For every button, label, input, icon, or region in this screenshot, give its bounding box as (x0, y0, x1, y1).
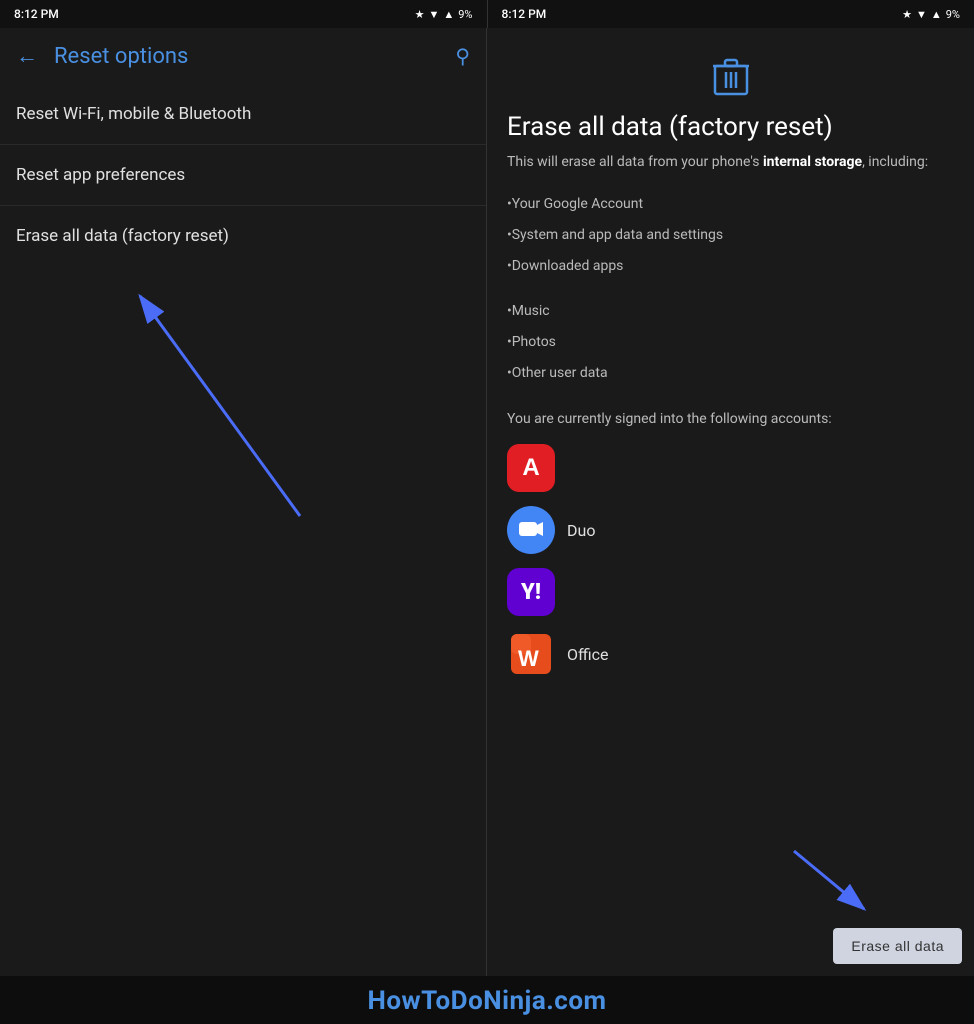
list-music: •Music (507, 296, 954, 327)
bluetooth-icon-r: ★ (902, 8, 912, 21)
left-arrow-annotation (0, 266, 487, 616)
menu-item-factory-reset[interactable]: Erase all data (factory reset) (0, 206, 486, 266)
battery-left: 9% (458, 8, 472, 21)
list-photos: •Photos (507, 327, 954, 358)
right-time: 8:12 PM (502, 7, 547, 21)
list-system-data: •System and app data and settings (507, 220, 954, 251)
menu-item-app-prefs[interactable]: Reset app preferences (0, 145, 486, 206)
screen-header: ← Reset options ⚲ (0, 28, 486, 84)
left-time: 8:12 PM (14, 7, 59, 21)
battery-right: 9% (946, 8, 960, 21)
watermark: HowToDoNinja.com (0, 976, 974, 1024)
right-status-icons: ★ ▼ ▲ 9% (902, 8, 960, 21)
left-screen: ← Reset options ⚲ Reset Wi-Fi, mobile & … (0, 28, 487, 976)
menu-item-wifi[interactable]: Reset Wi-Fi, mobile & Bluetooth (0, 84, 486, 145)
right-screen: Erase all data (factory reset) This will… (487, 28, 974, 976)
account-adobe: A (507, 444, 954, 492)
back-button[interactable]: ← (16, 43, 38, 69)
signed-in-text: You are currently signed into the follow… (507, 409, 954, 430)
list-google-account: •Your Google Account (507, 189, 954, 220)
screens-container: ← Reset options ⚲ Reset Wi-Fi, mobile & … (0, 28, 974, 976)
list-downloaded-apps: •Downloaded apps (507, 251, 954, 282)
signal-icon: ▲ (443, 8, 454, 21)
yahoo-icon: Y! (507, 568, 555, 616)
erase-description: This will erase all data from your phone… (507, 152, 954, 173)
svg-text:W: W (518, 646, 539, 671)
wifi-icon: ▼ (428, 8, 439, 21)
adobe-icon: A (507, 444, 555, 492)
trash-icon (713, 56, 749, 96)
account-duo: Duo (507, 506, 954, 554)
status-bar: 8:12 PM ★ ▼ ▲ 9% 8:12 PM ★ ▼ ▲ 9% (0, 0, 974, 28)
bluetooth-icon: ★ (415, 8, 425, 21)
list-other-user-data: •Other user data (507, 358, 954, 389)
account-yahoo: Y! (507, 568, 954, 616)
signal-icon-r: ▲ (931, 8, 942, 21)
left-status-icons: ★ ▼ ▲ 9% (415, 8, 473, 21)
office-label: Office (567, 645, 609, 664)
trash-icon-container (507, 56, 954, 100)
erase-all-data-button[interactable]: Erase all data (833, 928, 962, 964)
account-office: W Office (507, 630, 954, 678)
office-icon: W (507, 630, 555, 678)
left-annotation-area (0, 266, 486, 976)
left-status-bar: 8:12 PM ★ ▼ ▲ 9% (0, 0, 487, 28)
wifi-icon-r: ▼ (916, 8, 927, 21)
erase-title: Erase all data (factory reset) (507, 112, 954, 142)
screen-title: Reset options (54, 44, 455, 69)
duo-label: Duo (567, 521, 595, 540)
duo-icon (507, 506, 555, 554)
right-arrow-annotation (774, 841, 894, 921)
right-status-bar: 8:12 PM ★ ▼ ▲ 9% (487, 0, 974, 28)
button-bar: Erase all data (487, 920, 974, 976)
right-content: Erase all data (factory reset) This will… (487, 28, 974, 920)
search-button[interactable]: ⚲ (455, 44, 470, 68)
